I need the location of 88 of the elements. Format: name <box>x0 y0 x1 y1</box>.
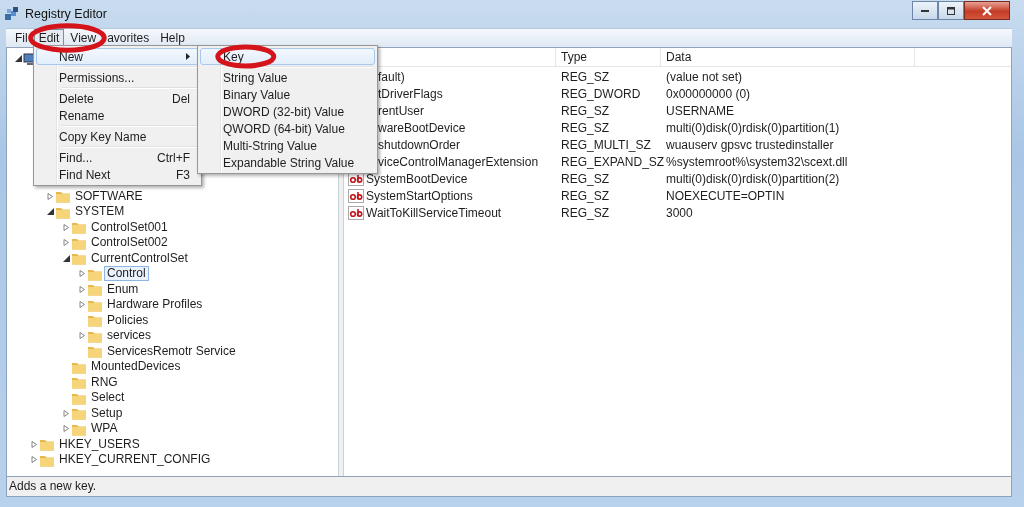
table-cell-text: multi(0)disk(0)rdisk(0)partition(1) <box>665 120 841 135</box>
table-cell-text: wuauserv gpsvc trustedinstaller <box>665 137 835 152</box>
table-cell-text: REG_SZ <box>560 69 610 84</box>
tree-item[interactable]: ServicesRemotr Service <box>104 343 239 359</box>
minimize-icon <box>921 9 929 12</box>
close-icon <box>982 5 992 16</box>
tree-item[interactable]: CurrentControlSet <box>88 250 191 266</box>
menu-item[interactable]: Multi-String Value <box>200 137 375 154</box>
collapsed-triangle-icon[interactable] <box>47 192 54 200</box>
table-cell-text: REG_SZ <box>560 103 610 118</box>
value-name: SystemStartOptions <box>366 188 473 203</box>
value-name: shutdownOrder <box>378 137 461 152</box>
annotation-circle <box>215 44 277 69</box>
tree-item[interactable]: SYSTEM <box>72 204 128 220</box>
tree-item[interactable]: MountedDevices <box>88 359 184 375</box>
tree-item[interactable]: Policies <box>104 312 152 328</box>
value-name: WaitToKillServiceTimeout <box>366 205 502 220</box>
table-cell-text: REG_MULTI_SZ <box>560 137 652 152</box>
tree-item[interactable]: ControlSet002 <box>88 235 171 251</box>
value-name: wareBootDevice <box>378 120 466 135</box>
tree-item[interactable]: Select <box>88 390 128 406</box>
tree-item[interactable]: SOFTWARE <box>72 188 146 204</box>
expanded-triangle-icon[interactable] <box>15 55 22 63</box>
menu-item[interactable]: Binary Value <box>200 86 375 103</box>
menu-item[interactable]: Help <box>155 29 190 47</box>
menu-item[interactable]: Delete Del <box>36 90 199 107</box>
table-cell-text: REG_DWORD <box>560 86 642 101</box>
tree-item[interactable]: HKEY_USERS <box>56 436 143 452</box>
menu-item[interactable]: Expandable String Value <box>200 154 375 171</box>
menu-item[interactable]: Fil <box>10 29 33 47</box>
menu-item[interactable]: New <box>36 48 199 65</box>
collapsed-triangle-icon[interactable] <box>63 223 70 231</box>
menu-item[interactable]: Find Next F3 <box>36 166 199 183</box>
tree-item[interactable]: Hardware Profiles <box>104 297 206 313</box>
menu-item[interactable]: Rename <box>36 107 199 124</box>
value-name: SystemBootDevice <box>366 171 468 186</box>
menu-item[interactable]: avorites <box>102 29 155 47</box>
value-name: viceControlManagerExtension <box>378 154 539 169</box>
maximize-icon <box>946 5 956 16</box>
collapsed-triangle-icon[interactable] <box>63 425 70 433</box>
table-cell-text: REG_SZ <box>560 188 610 203</box>
table-cell-text: REG_SZ <box>560 120 610 135</box>
table-cell-text: USERNAME <box>665 103 735 118</box>
column-header[interactable]: Type <box>556 48 661 66</box>
value-name: rentUser <box>378 103 424 118</box>
table-cell-text: REG_SZ <box>560 171 610 186</box>
tree-item[interactable]: Setup <box>88 405 126 421</box>
maximize-button[interactable] <box>938 1 964 20</box>
table-cell-text: (value not set) <box>665 69 744 84</box>
tree-item[interactable]: HKEY_CURRENT_CONFIG <box>56 452 214 468</box>
table-cell-text: 0x00000000 (0) <box>665 86 752 101</box>
string-value-icon <box>348 188 364 203</box>
table-cell-text: multi(0)disk(0)rdisk(0)partition(2) <box>665 171 841 186</box>
collapsed-triangle-icon[interactable] <box>31 456 38 464</box>
column-header[interactable]: Data <box>661 48 915 66</box>
collapsed-triangle-icon[interactable] <box>31 440 38 448</box>
collapsed-triangle-icon[interactable] <box>63 239 70 247</box>
string-value-icon <box>348 205 364 220</box>
collapsed-triangle-icon[interactable] <box>63 409 70 417</box>
tree-item[interactable]: RNG <box>88 374 121 390</box>
tree-item[interactable]: Enum <box>104 281 142 297</box>
expanded-triangle-icon[interactable] <box>47 208 54 216</box>
menu-item[interactable]: DWORD (32-bit) Value <box>200 103 375 120</box>
table-cell-text: REG_SZ <box>560 205 610 220</box>
value-name: tDriverFlags <box>378 86 443 101</box>
menu-item[interactable]: QWORD (64-bit) Value <box>200 120 375 137</box>
window-title: Registry Editor <box>25 7 107 21</box>
collapsed-triangle-icon[interactable] <box>79 285 86 293</box>
menu-item[interactable]: Find... Ctrl+F <box>36 149 199 166</box>
collapsed-triangle-icon[interactable] <box>79 301 86 309</box>
expanded-triangle-icon[interactable] <box>63 254 70 262</box>
registry-cubes-icon <box>4 6 20 22</box>
tree-item[interactable]: ControlSet001 <box>88 219 171 235</box>
tree-item[interactable]: Control <box>104 266 149 282</box>
tree-item[interactable]: services <box>104 328 154 344</box>
table-cell-text: NOEXECUTE=OPTIN <box>665 188 786 203</box>
menu-item[interactable]: String Value <box>200 69 375 86</box>
menu-item[interactable]: Copy Key Name <box>36 128 199 145</box>
collapsed-triangle-icon[interactable] <box>79 270 86 278</box>
value-name: fault) <box>378 69 405 84</box>
close-button[interactable] <box>964 1 1010 20</box>
menu-item[interactable]: Permissions... <box>36 69 199 86</box>
status-bar: Adds a new key. <box>6 477 1012 497</box>
table-cell-text: %systemroot%\system32\scext.dll <box>665 154 849 169</box>
tree-item[interactable]: WPA <box>88 421 121 437</box>
collapsed-triangle-icon[interactable] <box>79 332 86 340</box>
minimize-button[interactable] <box>912 1 938 20</box>
table-cell-text: 3000 <box>665 205 694 220</box>
